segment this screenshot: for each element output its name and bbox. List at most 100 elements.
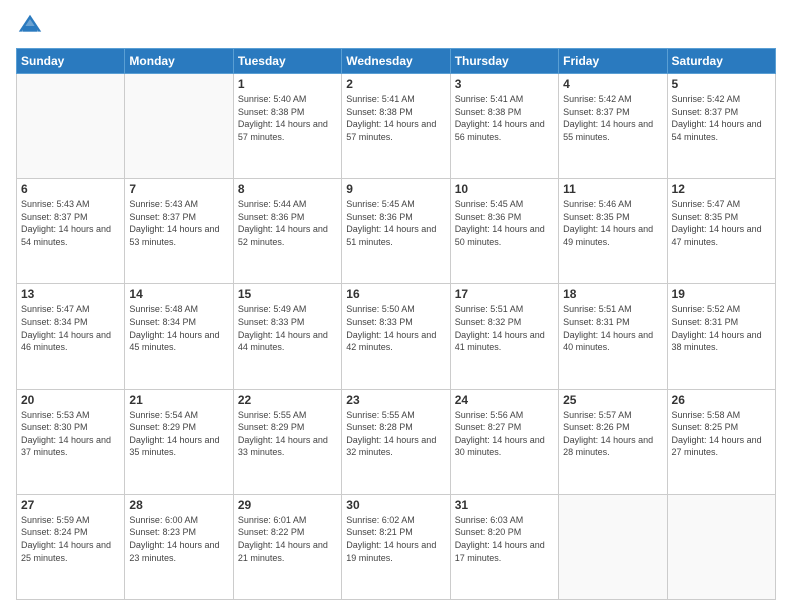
day-number: 10 xyxy=(455,182,554,196)
weekday-header-row: SundayMondayTuesdayWednesdayThursdayFrid… xyxy=(17,49,776,74)
calendar-cell: 9 Sunrise: 5:45 AMSunset: 8:36 PMDaylight… xyxy=(342,179,450,284)
day-info: Sunrise: 5:40 AMSunset: 8:38 PMDaylight:… xyxy=(238,93,337,143)
day-number: 17 xyxy=(455,287,554,301)
day-number: 3 xyxy=(455,77,554,91)
day-info: Sunrise: 6:01 AMSunset: 8:22 PMDaylight:… xyxy=(238,514,337,564)
weekday-header-sunday: Sunday xyxy=(17,49,125,74)
day-number: 23 xyxy=(346,393,445,407)
calendar-cell xyxy=(17,74,125,179)
day-info: Sunrise: 5:51 AMSunset: 8:32 PMDaylight:… xyxy=(455,303,554,353)
day-info: Sunrise: 5:57 AMSunset: 8:26 PMDaylight:… xyxy=(563,409,662,459)
header xyxy=(16,12,776,40)
day-number: 6 xyxy=(21,182,120,196)
day-number: 11 xyxy=(563,182,662,196)
day-number: 7 xyxy=(129,182,228,196)
day-info: Sunrise: 6:00 AMSunset: 8:23 PMDaylight:… xyxy=(129,514,228,564)
calendar-table: SundayMondayTuesdayWednesdayThursdayFrid… xyxy=(16,48,776,600)
calendar-cell xyxy=(559,494,667,599)
day-info: Sunrise: 5:50 AMSunset: 8:33 PMDaylight:… xyxy=(346,303,445,353)
day-info: Sunrise: 5:45 AMSunset: 8:36 PMDaylight:… xyxy=(346,198,445,248)
day-number: 2 xyxy=(346,77,445,91)
day-number: 5 xyxy=(672,77,771,91)
day-info: Sunrise: 5:42 AMSunset: 8:37 PMDaylight:… xyxy=(672,93,771,143)
calendar-cell: 27Sunrise: 5:59 AMSunset: 8:24 PMDayligh… xyxy=(17,494,125,599)
calendar-cell: 7 Sunrise: 5:43 AMSunset: 8:37 PMDaylight… xyxy=(125,179,233,284)
day-info: Sunrise: 6:03 AMSunset: 8:20 PMDaylight:… xyxy=(455,514,554,564)
day-info: Sunrise: 5:44 AMSunset: 8:36 PMDaylight:… xyxy=(238,198,337,248)
day-number: 12 xyxy=(672,182,771,196)
day-number: 28 xyxy=(129,498,228,512)
day-number: 9 xyxy=(346,182,445,196)
day-info: Sunrise: 5:51 AMSunset: 8:31 PMDaylight:… xyxy=(563,303,662,353)
calendar-cell: 12 Sunrise: 5:47 AMSunset: 8:35 PMDayligh… xyxy=(667,179,775,284)
calendar-cell: 15Sunrise: 5:49 AMSunset: 8:33 PMDayligh… xyxy=(233,284,341,389)
day-number: 19 xyxy=(672,287,771,301)
calendar-cell: 8Sunrise: 5:44 AMSunset: 8:36 PMDaylight… xyxy=(233,179,341,284)
day-info: Sunrise: 5:43 AMSunset: 8:37 PMDaylight:… xyxy=(21,198,120,248)
day-number: 25 xyxy=(563,393,662,407)
calendar-week-1: 1 Sunrise: 5:40 AMSunset: 8:38 PMDaylight… xyxy=(17,74,776,179)
day-number: 4 xyxy=(563,77,662,91)
day-info: Sunrise: 5:48 AMSunset: 8:34 PMDaylight:… xyxy=(129,303,228,353)
calendar-cell: 14 Sunrise: 5:48 AMSunset: 8:34 PMDayligh… xyxy=(125,284,233,389)
calendar-cell: 13 Sunrise: 5:47 AMSunset: 8:34 PMDayligh… xyxy=(17,284,125,389)
calendar-week-3: 13 Sunrise: 5:47 AMSunset: 8:34 PMDayligh… xyxy=(17,284,776,389)
day-number: 24 xyxy=(455,393,554,407)
calendar-week-5: 27Sunrise: 5:59 AMSunset: 8:24 PMDayligh… xyxy=(17,494,776,599)
calendar-cell: 23 Sunrise: 5:55 AMSunset: 8:28 PMDayligh… xyxy=(342,389,450,494)
calendar-cell: 24 Sunrise: 5:56 AMSunset: 8:27 PMDayligh… xyxy=(450,389,558,494)
calendar-week-4: 20 Sunrise: 5:53 AMSunset: 8:30 PMDayligh… xyxy=(17,389,776,494)
calendar-cell: 22Sunrise: 5:55 AMSunset: 8:29 PMDayligh… xyxy=(233,389,341,494)
day-info: Sunrise: 5:53 AMSunset: 8:30 PMDaylight:… xyxy=(21,409,120,459)
calendar-cell: 5 Sunrise: 5:42 AMSunset: 8:37 PMDaylight… xyxy=(667,74,775,179)
calendar-cell: 4 Sunrise: 5:42 AMSunset: 8:37 PMDaylight… xyxy=(559,74,667,179)
day-number: 13 xyxy=(21,287,120,301)
calendar-cell: 25 Sunrise: 5:57 AMSunset: 8:26 PMDayligh… xyxy=(559,389,667,494)
calendar-cell: 31Sunrise: 6:03 AMSunset: 8:20 PMDayligh… xyxy=(450,494,558,599)
day-info: Sunrise: 5:54 AMSunset: 8:29 PMDaylight:… xyxy=(129,409,228,459)
calendar-cell: 11Sunrise: 5:46 AMSunset: 8:35 PMDayligh… xyxy=(559,179,667,284)
calendar-cell: 3 Sunrise: 5:41 AMSunset: 8:38 PMDaylight… xyxy=(450,74,558,179)
day-info: Sunrise: 5:59 AMSunset: 8:24 PMDaylight:… xyxy=(21,514,120,564)
calendar-cell: 1 Sunrise: 5:40 AMSunset: 8:38 PMDaylight… xyxy=(233,74,341,179)
page: SundayMondayTuesdayWednesdayThursdayFrid… xyxy=(0,0,792,612)
day-number: 21 xyxy=(129,393,228,407)
day-number: 1 xyxy=(238,77,337,91)
calendar-cell: 6 Sunrise: 5:43 AMSunset: 8:37 PMDaylight… xyxy=(17,179,125,284)
day-info: Sunrise: 5:52 AMSunset: 8:31 PMDaylight:… xyxy=(672,303,771,353)
day-info: Sunrise: 5:55 AMSunset: 8:29 PMDaylight:… xyxy=(238,409,337,459)
weekday-header-wednesday: Wednesday xyxy=(342,49,450,74)
day-number: 30 xyxy=(346,498,445,512)
day-info: Sunrise: 5:47 AMSunset: 8:34 PMDaylight:… xyxy=(21,303,120,353)
day-number: 26 xyxy=(672,393,771,407)
weekday-header-friday: Friday xyxy=(559,49,667,74)
calendar-cell: 2Sunrise: 5:41 AMSunset: 8:38 PMDaylight… xyxy=(342,74,450,179)
day-number: 20 xyxy=(21,393,120,407)
logo xyxy=(16,12,48,40)
weekday-header-monday: Monday xyxy=(125,49,233,74)
calendar-cell xyxy=(667,494,775,599)
calendar-cell: 30 Sunrise: 6:02 AMSunset: 8:21 PMDayligh… xyxy=(342,494,450,599)
day-info: Sunrise: 5:41 AMSunset: 8:38 PMDaylight:… xyxy=(455,93,554,143)
calendar-cell: 19 Sunrise: 5:52 AMSunset: 8:31 PMDayligh… xyxy=(667,284,775,389)
calendar-cell: 21 Sunrise: 5:54 AMSunset: 8:29 PMDayligh… xyxy=(125,389,233,494)
day-number: 14 xyxy=(129,287,228,301)
calendar-cell: 29 Sunrise: 6:01 AMSunset: 8:22 PMDayligh… xyxy=(233,494,341,599)
calendar-cell: 20 Sunrise: 5:53 AMSunset: 8:30 PMDayligh… xyxy=(17,389,125,494)
calendar-cell: 17 Sunrise: 5:51 AMSunset: 8:32 PMDayligh… xyxy=(450,284,558,389)
day-info: Sunrise: 5:45 AMSunset: 8:36 PMDaylight:… xyxy=(455,198,554,248)
calendar-cell: 18Sunrise: 5:51 AMSunset: 8:31 PMDayligh… xyxy=(559,284,667,389)
day-number: 29 xyxy=(238,498,337,512)
day-info: Sunrise: 5:42 AMSunset: 8:37 PMDaylight:… xyxy=(563,93,662,143)
calendar-cell xyxy=(125,74,233,179)
day-info: Sunrise: 6:02 AMSunset: 8:21 PMDaylight:… xyxy=(346,514,445,564)
weekday-header-saturday: Saturday xyxy=(667,49,775,74)
logo-icon xyxy=(16,12,44,40)
calendar-cell: 26 Sunrise: 5:58 AMSunset: 8:25 PMDayligh… xyxy=(667,389,775,494)
day-info: Sunrise: 5:43 AMSunset: 8:37 PMDaylight:… xyxy=(129,198,228,248)
day-info: Sunrise: 5:58 AMSunset: 8:25 PMDaylight:… xyxy=(672,409,771,459)
day-info: Sunrise: 5:55 AMSunset: 8:28 PMDaylight:… xyxy=(346,409,445,459)
day-info: Sunrise: 5:56 AMSunset: 8:27 PMDaylight:… xyxy=(455,409,554,459)
calendar-week-2: 6 Sunrise: 5:43 AMSunset: 8:37 PMDaylight… xyxy=(17,179,776,284)
day-info: Sunrise: 5:47 AMSunset: 8:35 PMDaylight:… xyxy=(672,198,771,248)
